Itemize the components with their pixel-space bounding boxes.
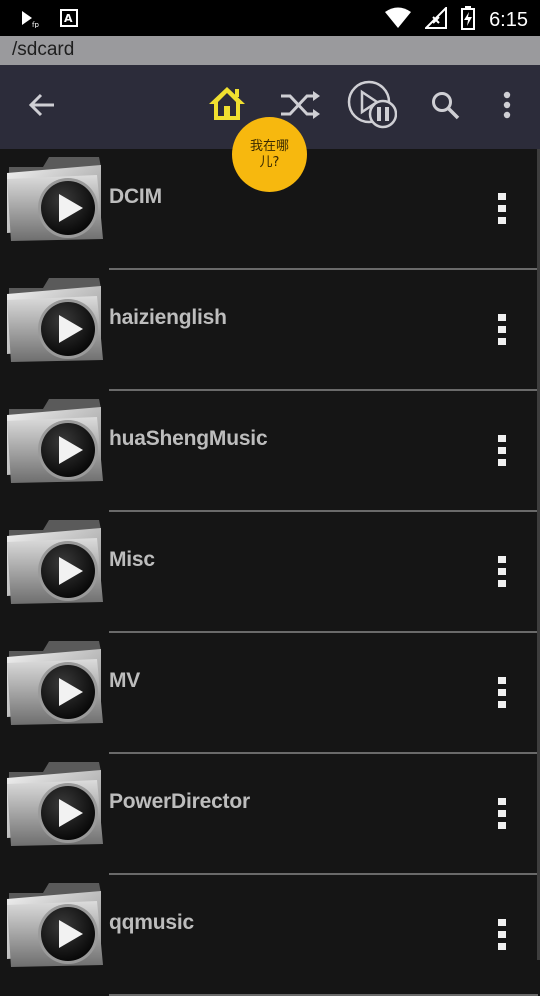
more-vert-icon — [503, 91, 511, 124]
music-folder-icon — [5, 153, 105, 250]
folder-name: Misc — [109, 548, 155, 571]
search-button[interactable] — [425, 87, 465, 127]
play-pause-icon — [347, 80, 398, 135]
folder-name: PowerDirector — [109, 790, 250, 813]
more-vert-icon — [498, 435, 506, 466]
music-folder-icon — [5, 758, 105, 855]
search-icon — [430, 90, 460, 125]
more-vert-icon — [498, 798, 506, 829]
folder-more-button[interactable] — [490, 794, 514, 834]
folder-name: MV — [109, 669, 141, 692]
more-vert-icon — [498, 677, 506, 708]
more-vert-icon — [498, 919, 506, 950]
where-am-i-tooltip[interactable]: 我在哪儿? — [232, 117, 307, 192]
folder-name: haizienglish — [109, 306, 227, 329]
music-folder-icon — [5, 879, 105, 976]
folder-row[interactable]: haizienglish — [0, 270, 538, 391]
folder-row[interactable]: huaShengMusic — [0, 391, 538, 512]
battery-charging-icon — [461, 6, 476, 35]
music-folder-icon — [5, 395, 105, 492]
overflow-menu-button[interactable] — [494, 87, 520, 127]
back-arrow-icon — [28, 93, 56, 122]
folder-more-button[interactable] — [490, 673, 514, 713]
folder-row[interactable]: Misc — [0, 512, 538, 633]
folder-row[interactable]: qqmusic — [0, 875, 538, 996]
music-folder-icon — [5, 637, 105, 734]
play-fp-icon: fp — [20, 8, 40, 33]
folder-more-button[interactable] — [490, 915, 514, 955]
music-folder-icon — [5, 516, 105, 613]
folder-more-button[interactable] — [490, 189, 514, 229]
home-button[interactable] — [205, 83, 249, 127]
signal-icon — [423, 5, 448, 34]
home-icon — [207, 84, 247, 127]
svg-text:A: A — [64, 12, 73, 25]
folder-row[interactable]: PowerDirector — [0, 754, 538, 875]
more-vert-icon — [498, 556, 506, 587]
more-vert-icon — [498, 314, 506, 345]
status-time: 6:15 — [489, 9, 528, 31]
music-folder-icon — [5, 274, 105, 371]
path-bar: /sdcard — [0, 36, 540, 65]
tooltip-text: 我在哪儿? — [249, 138, 289, 170]
svg-text:fp: fp — [32, 21, 39, 28]
folder-more-button[interactable] — [490, 552, 514, 592]
folder-row[interactable]: MV — [0, 633, 538, 754]
folder-name: DCIM — [109, 185, 162, 208]
folder-list: DCIM haizienglish huaShengMusic Misc MV … — [0, 149, 538, 996]
wifi-icon — [385, 7, 412, 34]
status-bar: fp A 6:15 — [0, 0, 540, 36]
folder-name: huaShengMusic — [109, 427, 268, 450]
folder-name: qqmusic — [109, 911, 194, 934]
folder-more-button[interactable] — [490, 310, 514, 350]
more-vert-icon — [498, 193, 506, 224]
back-button[interactable] — [22, 85, 62, 129]
a-text-icon: A — [60, 9, 78, 32]
current-path: /sdcard — [12, 39, 75, 60]
play-pause-button[interactable] — [346, 80, 398, 135]
folder-more-button[interactable] — [490, 431, 514, 471]
